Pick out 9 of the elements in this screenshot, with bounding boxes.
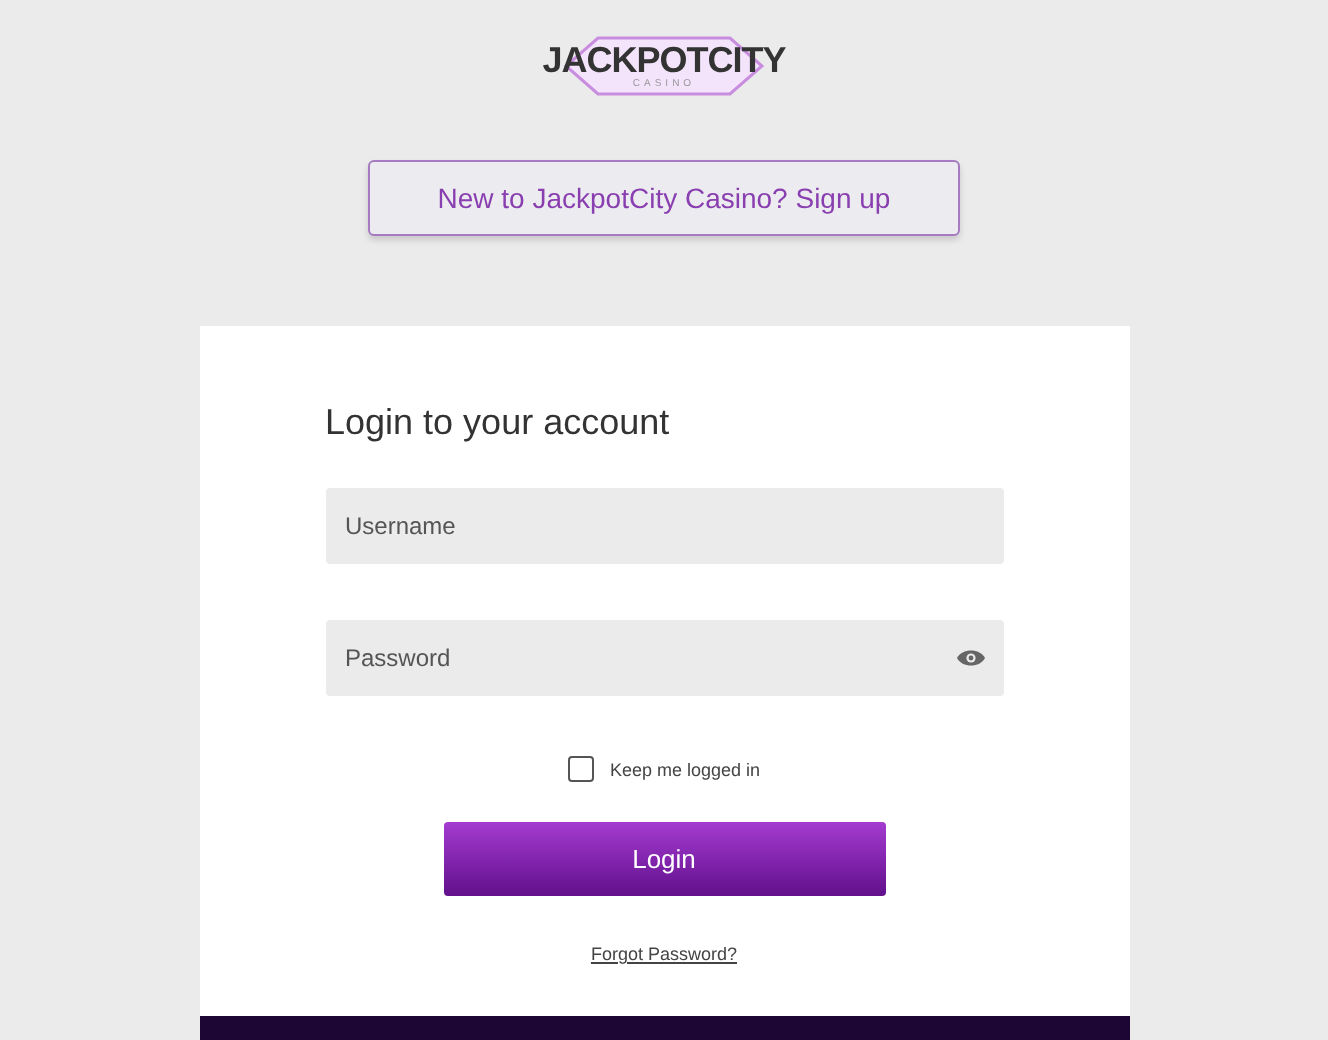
remember-label: Keep me logged in <box>609 759 761 779</box>
eye-icon[interactable] <box>955 648 985 668</box>
signup-button[interactable]: New to JackpotCity Casino? Sign up <box>368 160 960 236</box>
remember-checkbox[interactable] <box>567 756 594 782</box>
password-field[interactable]: Password <box>325 620 1003 696</box>
forgot-password-link[interactable]: Forgot Password? <box>590 944 738 964</box>
username-field[interactable]: Username <box>325 488 1003 564</box>
login-button[interactable]: Login <box>443 822 885 896</box>
login-title: Login to your account <box>325 402 672 444</box>
